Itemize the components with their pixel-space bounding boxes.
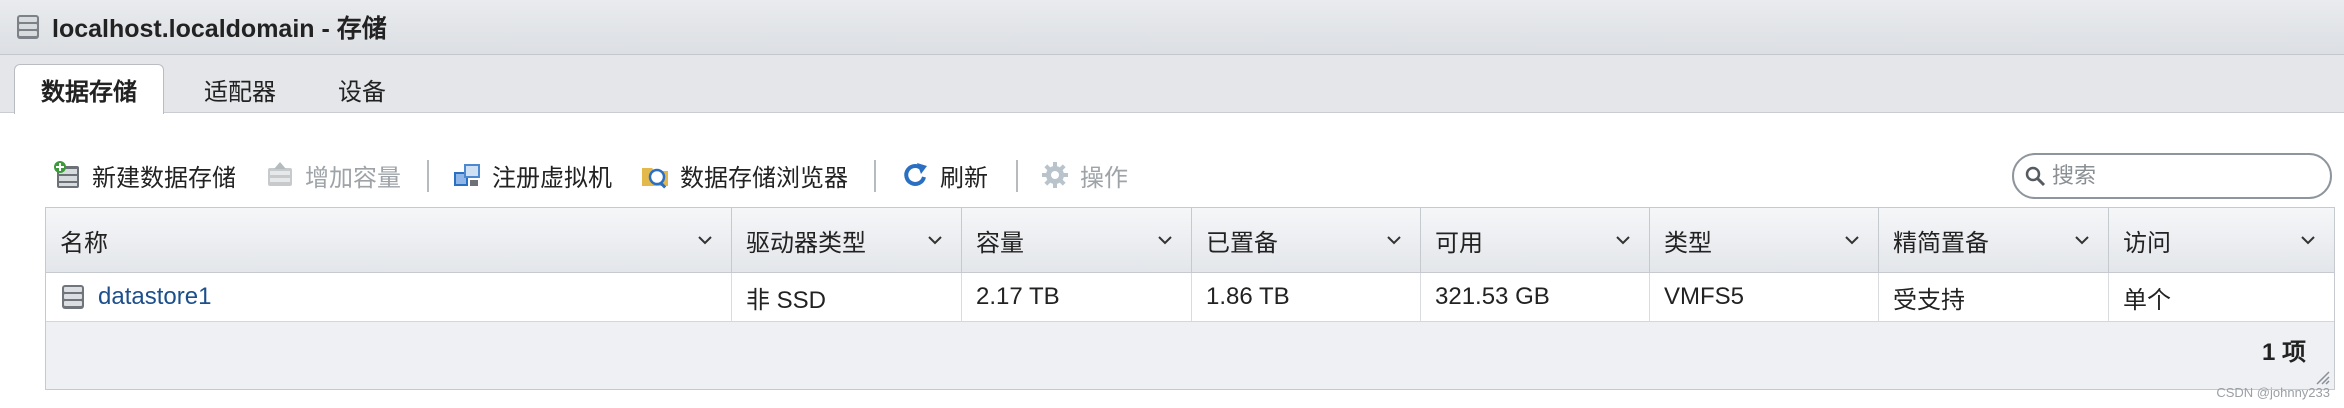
column-label: 容量 (976, 229, 1024, 257)
toolbar-divider (874, 160, 876, 192)
toolbar-divider (1016, 160, 1018, 192)
cell-access: 单个 (2123, 286, 2171, 314)
actions-label: 操作 (1080, 164, 1128, 192)
register-vm-icon (452, 160, 482, 190)
increase-capacity-button[interactable]: 增加容量 (265, 150, 401, 200)
search-input[interactable] (2052, 163, 2312, 189)
chevron-down-icon[interactable] (695, 230, 715, 250)
cell-type: VMFS5 (1650, 273, 1879, 321)
window-title: localhost.localdomain - 存储 (52, 15, 387, 43)
register-vm-label: 注册虚拟机 (492, 164, 612, 192)
column-header-thin-provisioning[interactable]: 精简置备 (1879, 208, 2109, 272)
datastore-browser-label: 数据存储浏览器 (680, 164, 848, 192)
chevron-down-icon[interactable] (925, 230, 945, 250)
cell-drive-type: 非 SSD (732, 273, 962, 321)
tab-datastores[interactable]: 数据存储 (14, 64, 164, 114)
register-vm-button[interactable]: 注册虚拟机 (452, 150, 612, 200)
cell-name: datastore1 (46, 273, 732, 321)
cell-provisioned: 1.86 TB (1192, 273, 1421, 321)
toolbar: 新建数据存储 增加容量 注册虚拟机 数据存储浏览器 刷新 操作 (0, 150, 1990, 200)
chevron-down-icon[interactable] (1613, 230, 1633, 250)
datastore-table: 名称 驱动器类型 容量 已置备 可用 类型 精简置备 访问 datastore1… (45, 207, 2335, 390)
tab-bar: 数据存储 适配器 设备 (0, 55, 2344, 114)
column-label: 精简置备 (1893, 229, 1989, 257)
storage-icon (14, 13, 42, 41)
item-count: 1 项 (2261, 339, 2306, 366)
column-label: 已置备 (1206, 229, 1278, 257)
tab-devices[interactable]: 设备 (312, 64, 412, 114)
column-header-drive-type[interactable]: 驱动器类型 (732, 208, 962, 272)
refresh-button[interactable]: 刷新 (900, 150, 988, 200)
toolbar-divider (427, 160, 429, 192)
datastore-browser-icon (640, 160, 670, 190)
search-icon (2024, 165, 2046, 187)
datastore-icon (60, 284, 86, 310)
search-box[interactable] (2012, 153, 2332, 199)
refresh-label: 刷新 (940, 164, 988, 192)
watermark: CSDN @johnny233 (2216, 385, 2330, 400)
column-header-capacity[interactable]: 容量 (962, 208, 1192, 272)
table-header: 名称 驱动器类型 容量 已置备 可用 类型 精简置备 访问 (46, 208, 2334, 273)
column-header-free[interactable]: 可用 (1421, 208, 1650, 272)
tab-adapters[interactable]: 适配器 (180, 64, 300, 114)
title-bar: localhost.localdomain - 存储 (0, 0, 2344, 55)
column-header-name[interactable]: 名称 (46, 208, 732, 272)
datastore-name-link[interactable]: datastore1 (98, 283, 211, 311)
increase-capacity-icon (265, 160, 295, 190)
chevron-down-icon[interactable] (1155, 230, 1175, 250)
cell-thin-provisioning: 受支持 (1879, 273, 2109, 321)
chevron-down-icon[interactable] (2072, 230, 2092, 250)
new-datastore-icon (52, 160, 82, 190)
chevron-down-icon[interactable] (1384, 230, 1404, 250)
column-label: 驱动器类型 (746, 229, 866, 257)
table-row[interactable]: datastore1 非 SSD 2.17 TB 1.86 TB 321.53 … (46, 273, 2334, 322)
actions-button[interactable]: 操作 (1040, 150, 1128, 200)
column-label: 类型 (1664, 229, 1712, 257)
column-header-provisioned[interactable]: 已置备 (1192, 208, 1421, 272)
cell-free: 321.53 GB (1421, 273, 1650, 321)
gear-icon (1040, 160, 1070, 190)
column-label: 名称 (60, 229, 108, 257)
new-datastore-button[interactable]: 新建数据存储 (52, 150, 236, 200)
increase-capacity-label: 增加容量 (305, 164, 401, 192)
cell-capacity: 2.17 TB (962, 273, 1192, 321)
column-label: 访问 (2123, 229, 2171, 257)
chevron-down-icon[interactable] (1842, 230, 1862, 250)
datastore-browser-button[interactable]: 数据存储浏览器 (640, 150, 848, 200)
column-header-access[interactable]: 访问 (2109, 208, 2334, 272)
column-header-type[interactable]: 类型 (1650, 208, 1879, 272)
resize-grip-icon[interactable] (2314, 369, 2330, 385)
new-datastore-label: 新建数据存储 (92, 164, 236, 192)
refresh-icon (900, 160, 930, 190)
column-label: 可用 (1435, 229, 1483, 257)
chevron-down-icon[interactable] (2298, 230, 2318, 250)
